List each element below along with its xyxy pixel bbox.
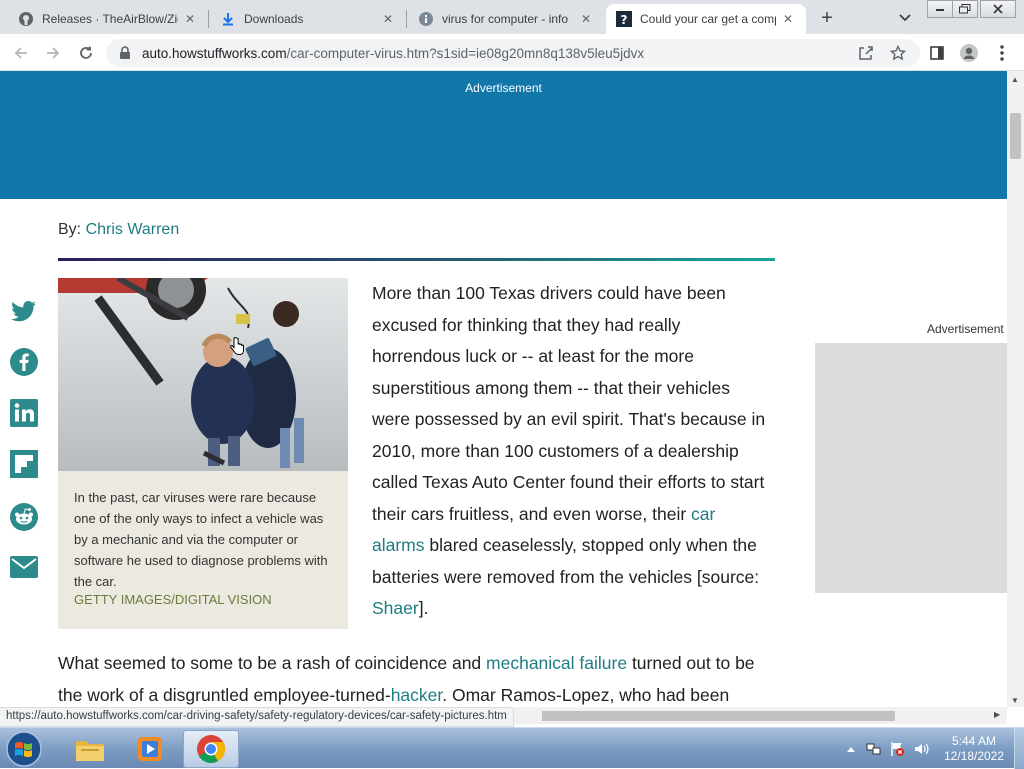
github-icon — [18, 11, 34, 27]
restore-button[interactable] — [952, 0, 978, 18]
side-advertisement[interactable] — [815, 343, 1007, 593]
start-button[interactable] — [4, 730, 44, 768]
minimize-button[interactable] — [927, 0, 953, 18]
close-icon[interactable]: ✕ — [780, 11, 796, 27]
scroll-right-arrow-icon[interactable]: ▶ — [994, 710, 1000, 719]
figure-credit: GETTY IMAGES/DIGITAL VISION — [74, 592, 272, 607]
url-path: /car-computer-virus.htm?s1sid=ie08g20mn8… — [286, 45, 645, 61]
para1-text-b: blared ceaselessly, stopped only when th… — [372, 535, 760, 587]
ad-label: Advertisement — [465, 81, 542, 95]
tab-title: virus for computer - info — [442, 12, 569, 26]
top-advertisement[interactable]: Advertisement — [0, 71, 1007, 199]
menu-kebab-icon[interactable] — [993, 44, 1011, 62]
mechanical-failure-link[interactable]: mechanical failure — [486, 653, 627, 673]
close-icon[interactable]: ✕ — [578, 11, 594, 27]
linkedin-icon[interactable] — [10, 399, 38, 427]
download-icon — [220, 11, 236, 27]
network-icon[interactable] — [866, 741, 882, 757]
show-desktop-button[interactable] — [1014, 728, 1024, 769]
forward-button[interactable] — [42, 42, 64, 64]
tab-title: Downloads — [244, 12, 304, 26]
byline: By: Chris Warren — [58, 221, 179, 239]
tab-strip: Releases · TheAirBlow/Zig ✕ Downloads ✕ … — [0, 0, 1024, 34]
article-paragraph-1: More than 100 Texas drivers could have b… — [372, 278, 772, 625]
tray-expand-icon[interactable] — [843, 741, 859, 757]
author-link[interactable]: Chris Warren — [86, 221, 180, 238]
back-button[interactable] — [10, 42, 32, 64]
file-explorer-icon[interactable] — [62, 730, 118, 768]
tab-virus-info[interactable]: virus for computer - info ✕ — [408, 4, 604, 34]
close-icon[interactable]: ✕ — [380, 11, 396, 27]
side-ad-label: Advertisement — [927, 322, 1004, 336]
scrollbar-thumb[interactable] — [1010, 113, 1021, 159]
url-host: auto.howstuffworks.com — [142, 45, 287, 61]
clock-time: 5:44 AM — [951, 734, 997, 748]
new-tab-button[interactable]: + — [815, 6, 839, 30]
tab-search-icon[interactable] — [895, 8, 915, 28]
windows-logo-icon — [6, 731, 42, 767]
scroll-down-arrow-icon[interactable]: ▼ — [1011, 696, 1019, 705]
tab-separator — [406, 10, 407, 28]
hacker-link[interactable]: hacker — [391, 685, 443, 705]
mechanics-photo — [58, 278, 348, 471]
share-page-icon[interactable] — [857, 44, 875, 62]
twitter-icon[interactable] — [10, 298, 38, 326]
windows-taskbar: 5:44 AM 12/18/2022 — [0, 727, 1024, 769]
figure-caption: In the past, car viruses were rare becau… — [74, 490, 328, 589]
article-figure: In the past, car viruses were rare becau… — [58, 278, 348, 629]
flipboard-icon[interactable] — [10, 450, 38, 478]
profile-avatar-icon[interactable] — [960, 44, 978, 62]
address-bar[interactable]: auto.howstuffworks.com/car-computer-viru… — [106, 39, 920, 67]
vertical-scrollbar[interactable]: ▲ ▼ — [1007, 71, 1024, 707]
action-center-flag-icon[interactable] — [889, 741, 905, 757]
tab-downloads[interactable]: Downloads ✕ — [210, 4, 406, 34]
window-close-button[interactable] — [980, 0, 1016, 18]
bookmark-star-icon[interactable] — [889, 44, 907, 62]
media-player-icon[interactable] — [122, 730, 178, 768]
reload-button[interactable] — [75, 42, 97, 64]
browser-toolbar: auto.howstuffworks.com/car-computer-viru… — [0, 34, 1024, 71]
howstuffworks-icon: ? — [616, 11, 632, 27]
close-icon[interactable]: ✕ — [182, 11, 198, 27]
scroll-up-arrow-icon[interactable]: ▲ — [1011, 75, 1019, 84]
hand-cursor-icon — [230, 337, 244, 355]
para1-text-a: More than 100 Texas drivers could have b… — [372, 283, 766, 524]
tab-releases[interactable]: Releases · TheAirBlow/Zig ✕ — [8, 4, 208, 34]
page-viewport: Advertisement By: Chris Warren In the pa… — [0, 71, 1007, 707]
reddit-icon[interactable] — [10, 503, 38, 531]
volume-icon[interactable] — [913, 741, 929, 757]
para1-text-c: ]. — [418, 598, 429, 618]
gradient-divider — [58, 258, 775, 261]
info-icon — [418, 11, 434, 27]
system-clock[interactable]: 5:44 AM 12/18/2022 — [940, 734, 1008, 764]
h-scrollbar-thumb[interactable] — [542, 711, 895, 721]
tab-car-virus-article[interactable]: ? Could your car get a comp ✕ — [606, 4, 806, 34]
shaer-source-link[interactable]: Shaer — [372, 598, 419, 618]
svg-text:?: ? — [621, 13, 628, 27]
byline-prefix: By: — [58, 221, 82, 238]
tab-title: Releases · TheAirBlow/Zig — [42, 12, 178, 26]
article-paragraph-2: What seemed to some to be a rash of coin… — [58, 648, 778, 707]
clock-date: 12/18/2022 — [943, 749, 1005, 763]
status-bar-url: https://auto.howstuffworks.com/car-drivi… — [0, 707, 514, 727]
para2-text-a: What seemed to some to be a rash of coin… — [58, 653, 487, 673]
facebook-icon[interactable] — [10, 348, 38, 376]
side-panel-icon[interactable] — [928, 44, 946, 62]
lock-icon — [120, 46, 130, 59]
tab-title: Could your car get a comp — [640, 12, 776, 26]
tab-separator — [208, 10, 209, 28]
email-icon[interactable] — [10, 553, 38, 581]
para2-text-c: . Omar Ramos-Lopez, who had been — [442, 684, 730, 705]
chrome-icon[interactable] — [183, 730, 239, 768]
